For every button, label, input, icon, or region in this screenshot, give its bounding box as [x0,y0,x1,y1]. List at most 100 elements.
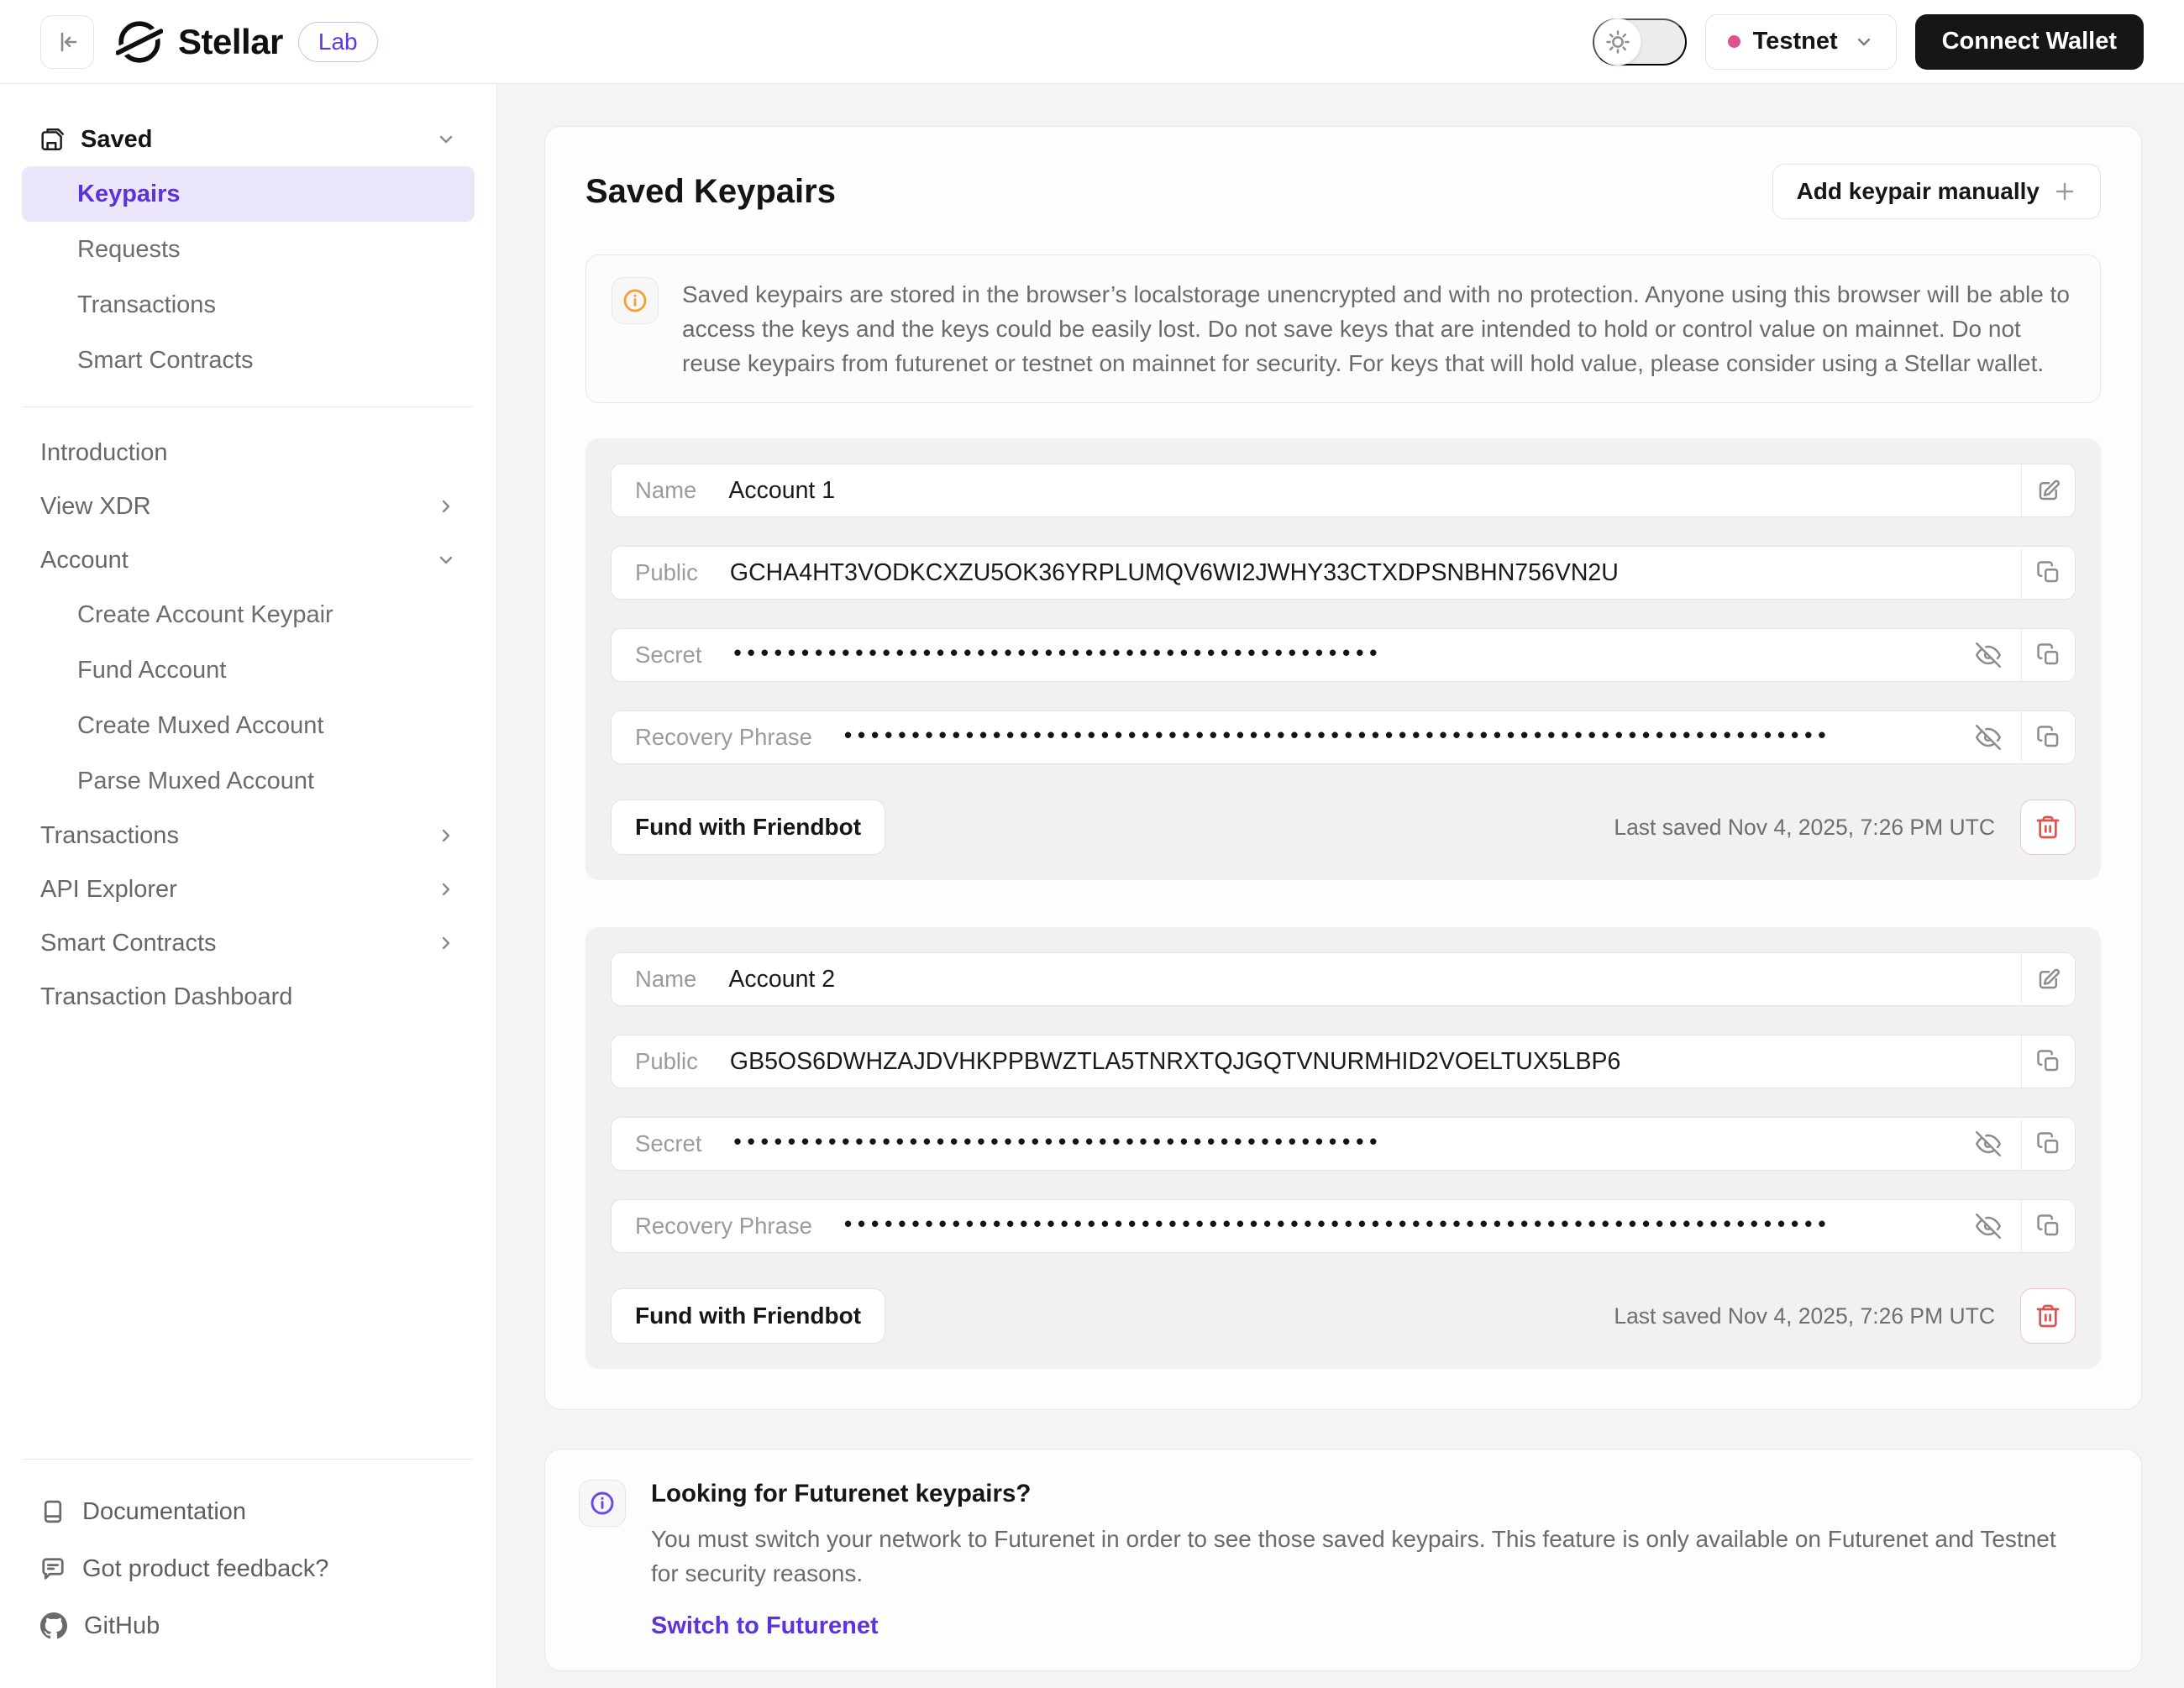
recovery-phrase-field-row: Recovery Phrase ••••••••••••••••••••••••… [611,1199,2076,1253]
copy-icon [2036,725,2061,750]
name-value: Account 1 [728,477,835,505]
delete-keypair-button[interactable] [2020,1288,2076,1344]
copy-recovery-phrase-button[interactable] [2021,1200,2075,1252]
sidebar-collapse-button[interactable] [40,15,94,69]
app-header: Stellar Lab Testnet Connect Wallet [0,0,2184,84]
connect-wallet-button[interactable]: Connect Wallet [1915,14,2144,70]
brand-name: Stellar [178,22,283,62]
name-field-row: Name Account 2 [611,952,2076,1006]
sidebar-link-documentation[interactable]: Documentation [24,1483,473,1540]
github-icon [40,1612,67,1639]
sidebar-item-create-muxed-account[interactable]: Create Muxed Account [22,698,475,753]
trash-icon [2034,1303,2061,1329]
sidebar-item-transactions[interactable]: Transactions [22,809,475,862]
sidebar-divider [24,406,473,407]
public-label: Public [635,1048,698,1075]
recovery-phrase-label: Recovery Phrase [635,1213,812,1240]
network-status-dot [1728,35,1740,48]
sidebar-item-keypairs[interactable]: Keypairs [22,166,475,222]
public-key-value: GCHA4HT3VODKCXZU5OK36YRPLUMQV6WI2JWHY33C… [730,559,1619,587]
fund-with-friendbot-button[interactable]: Fund with Friendbot [611,1288,885,1344]
info-circle-icon [622,287,648,314]
chevron-right-icon [436,496,456,516]
last-saved-timestamp: Last saved Nov 4, 2025, 7:26 PM UTC [1614,815,1995,841]
toggle-recovery-visibility-button[interactable] [1961,725,2001,750]
chevron-right-icon [436,879,456,899]
info-circle-icon [589,1490,616,1517]
edit-name-button[interactable] [2021,953,2075,1005]
sidebar-link-github[interactable]: GitHub [24,1597,473,1654]
sidebar-group-saved[interactable]: Saved [22,113,475,166]
copy-icon [2036,1214,2061,1239]
sidebar: Saved Keypairs Requests Transactions Sma… [0,84,497,1688]
saved-keypairs-card: Saved Keypairs Add keypair manually [544,126,2142,1410]
sidebar-item-introduction[interactable]: Introduction [22,426,475,480]
lab-badge: Lab [298,22,378,62]
copy-public-key-button[interactable] [2021,1035,2075,1088]
public-key-field-row: Public GCHA4HT3VODKCXZU5OK36YRPLUMQV6WI2… [611,546,2076,600]
name-label: Name [635,966,696,993]
sidebar-item-smart-contracts[interactable]: Smart Contracts [22,916,475,970]
info-icon-box [579,1480,626,1527]
secret-key-field-row: Secret •••••••••••••••••••••••••••••••••… [611,628,2076,682]
theme-toggle[interactable] [1593,18,1687,66]
sidebar-item-account[interactable]: Account [22,533,475,587]
toggle-recovery-visibility-button[interactable] [1961,1214,2001,1239]
sidebar-item-fund-account[interactable]: Fund Account [22,642,475,698]
copy-secret-key-button[interactable] [2021,629,2075,681]
sidebar-item-transactions-saved[interactable]: Transactions [22,277,475,333]
plus-icon [2053,180,2076,203]
recovery-phrase-label: Recovery Phrase [635,724,812,751]
sidebar-item-smart-contracts-saved[interactable]: Smart Contracts [22,333,475,388]
keypair-warning-banner: Saved keypairs are stored in the browser… [585,254,2101,403]
toggle-secret-visibility-button[interactable] [1961,1131,2001,1156]
sidebar-item-view-xdr[interactable]: View XDR [22,480,475,533]
public-label: Public [635,559,698,586]
secret-label: Secret [635,1130,701,1157]
edit-icon [2036,478,2061,503]
add-keypair-button[interactable]: Add keypair manually [1772,164,2101,219]
copy-secret-key-button[interactable] [2021,1118,2075,1170]
book-icon [40,1499,66,1524]
sidebar-group-label: Saved [81,126,152,154]
trash-icon [2034,814,2061,841]
futurenet-notice-card: Looking for Futurenet keypairs? You must… [544,1449,2142,1671]
sidebar-footer: Documentation Got product feedback? G [24,1459,473,1654]
sidebar-item-create-account-keypair[interactable]: Create Account Keypair [22,587,475,642]
secret-key-field-row: Secret •••••••••••••••••••••••••••••••••… [611,1117,2076,1171]
sidebar-item-requests[interactable]: Requests [22,222,475,277]
copy-icon [2036,642,2061,668]
warning-icon-box [612,277,659,324]
brand[interactable]: Stellar Lab [116,18,378,66]
sidebar-item-api-explorer[interactable]: API Explorer [22,862,475,916]
public-key-field-row: Public GB5OS6DWHZAJDVHKPPBWZTLA5TNRXTQJG… [611,1035,2076,1088]
switch-to-futurenet-link[interactable]: Switch to Futurenet [651,1612,879,1640]
chevron-down-icon [1854,32,1874,52]
public-key-value: GB5OS6DWHZAJDVHKPPBWZTLA5TNRXTQJGQTVNURM… [730,1048,1621,1076]
keypair-card-account-1: Name Account 1 Public [585,438,2101,880]
name-label: Name [635,477,696,504]
network-select[interactable]: Testnet [1705,14,1897,70]
secret-label: Secret [635,642,701,668]
eye-off-icon [1976,1131,2001,1156]
network-label: Testnet [1753,28,1838,55]
sidebar-item-transaction-dashboard[interactable]: Transaction Dashboard [22,970,475,1024]
toggle-secret-visibility-button[interactable] [1961,642,2001,668]
eye-off-icon [1976,1214,2001,1239]
delete-keypair-button[interactable] [2020,799,2076,855]
secret-key-masked-value: ••••••••••••••••••••••••••••••••••••••••… [733,640,1383,666]
recovery-phrase-field-row: Recovery Phrase ••••••••••••••••••••••••… [611,710,2076,764]
copy-public-key-button[interactable] [2021,547,2075,599]
copy-recovery-phrase-button[interactable] [2021,711,2075,763]
edit-name-button[interactable] [2021,464,2075,516]
last-saved-timestamp: Last saved Nov 4, 2025, 7:26 PM UTC [1614,1303,1995,1329]
sidebar-item-parse-muxed-account[interactable]: Parse Muxed Account [22,753,475,809]
futurenet-title: Looking for Futurenet keypairs? [651,1480,2062,1508]
copy-icon [2036,560,2061,585]
fund-with-friendbot-button[interactable]: Fund with Friendbot [611,799,885,855]
save-floppy-icon [40,127,66,152]
name-field-row: Name Account 1 [611,464,2076,517]
sidebar-link-feedback[interactable]: Got product feedback? [24,1540,473,1597]
eye-off-icon [1976,642,2001,668]
futurenet-body: You must switch your network to Futurene… [651,1522,2062,1591]
